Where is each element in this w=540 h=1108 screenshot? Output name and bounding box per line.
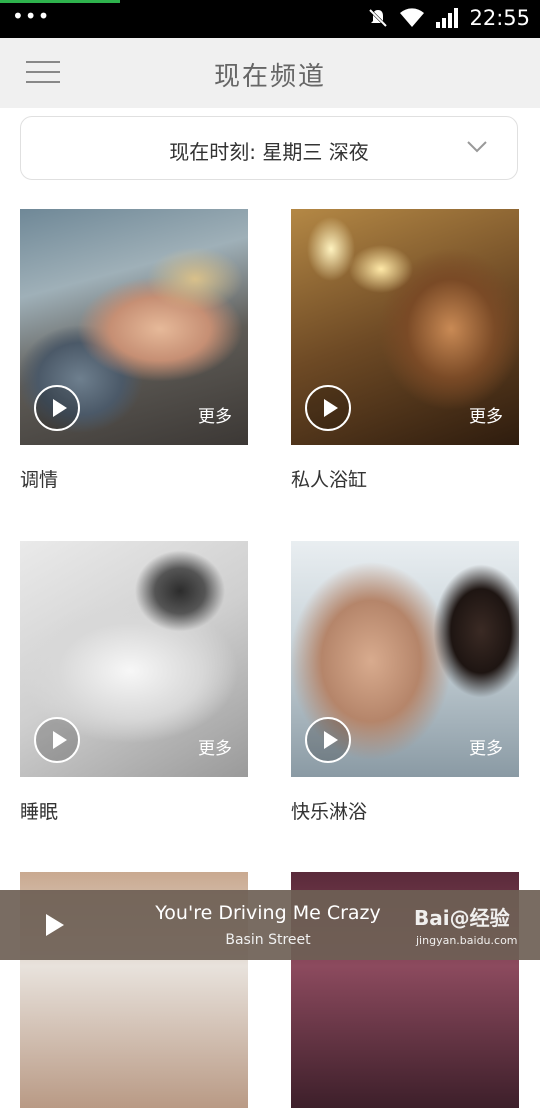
- page-title: 现在频道: [213, 62, 326, 92]
- notification-dots-icon: •••: [12, 4, 51, 28]
- channel-card[interactable]: 更多 调情: [20, 209, 248, 492]
- more-link[interactable]: 更多: [198, 734, 232, 759]
- play-icon[interactable]: [46, 914, 64, 936]
- time-selector-label: 现在时刻: 星期三 深夜: [169, 140, 369, 164]
- wifi-icon: [400, 8, 425, 27]
- channel-name: 调情: [20, 469, 59, 491]
- chevron-down-icon: [467, 141, 487, 153]
- channel-thumbnail[interactable]: 更多: [291, 209, 519, 445]
- app-bar: 现在频道: [0, 38, 540, 108]
- more-link[interactable]: 更多: [198, 402, 232, 427]
- silent-icon: [369, 8, 388, 28]
- channel-name: 快乐淋浴: [291, 801, 368, 823]
- watermark-logo: Bai@经验 jingyan.baidu.com: [414, 898, 524, 954]
- play-icon[interactable]: [305, 385, 351, 431]
- song-title: You're Driving Me Crazy: [155, 902, 381, 924]
- watermark-brand: Bai@经验: [414, 906, 510, 930]
- channel-thumbnail[interactable]: 更多: [291, 541, 519, 777]
- play-icon[interactable]: [34, 385, 80, 431]
- status-bar: ••• 22:55: [0, 0, 540, 38]
- more-link[interactable]: 更多: [469, 734, 503, 759]
- channel-thumbnail[interactable]: 更多: [20, 209, 248, 445]
- progress-indicator: [0, 0, 120, 3]
- clock: 22:55: [469, 6, 530, 30]
- play-icon[interactable]: [34, 717, 80, 763]
- channel-name: 私人浴缸: [291, 469, 368, 491]
- channel-card[interactable]: 更多 私人浴缸: [291, 209, 519, 492]
- more-link[interactable]: 更多: [469, 402, 503, 427]
- channel-name: 睡眠: [20, 801, 59, 823]
- time-selector-dropdown[interactable]: 现在时刻: 星期三 深夜: [20, 116, 518, 180]
- watermark-url: jingyan.baidu.com: [416, 934, 518, 947]
- channel-card[interactable]: 更多 睡眠: [20, 541, 248, 824]
- artist-name: Basin Street: [225, 932, 311, 948]
- channel-card[interactable]: 更多 快乐淋浴: [291, 541, 519, 824]
- channel-thumbnail[interactable]: 更多: [20, 541, 248, 777]
- play-icon[interactable]: [305, 717, 351, 763]
- signal-icon: [436, 8, 459, 28]
